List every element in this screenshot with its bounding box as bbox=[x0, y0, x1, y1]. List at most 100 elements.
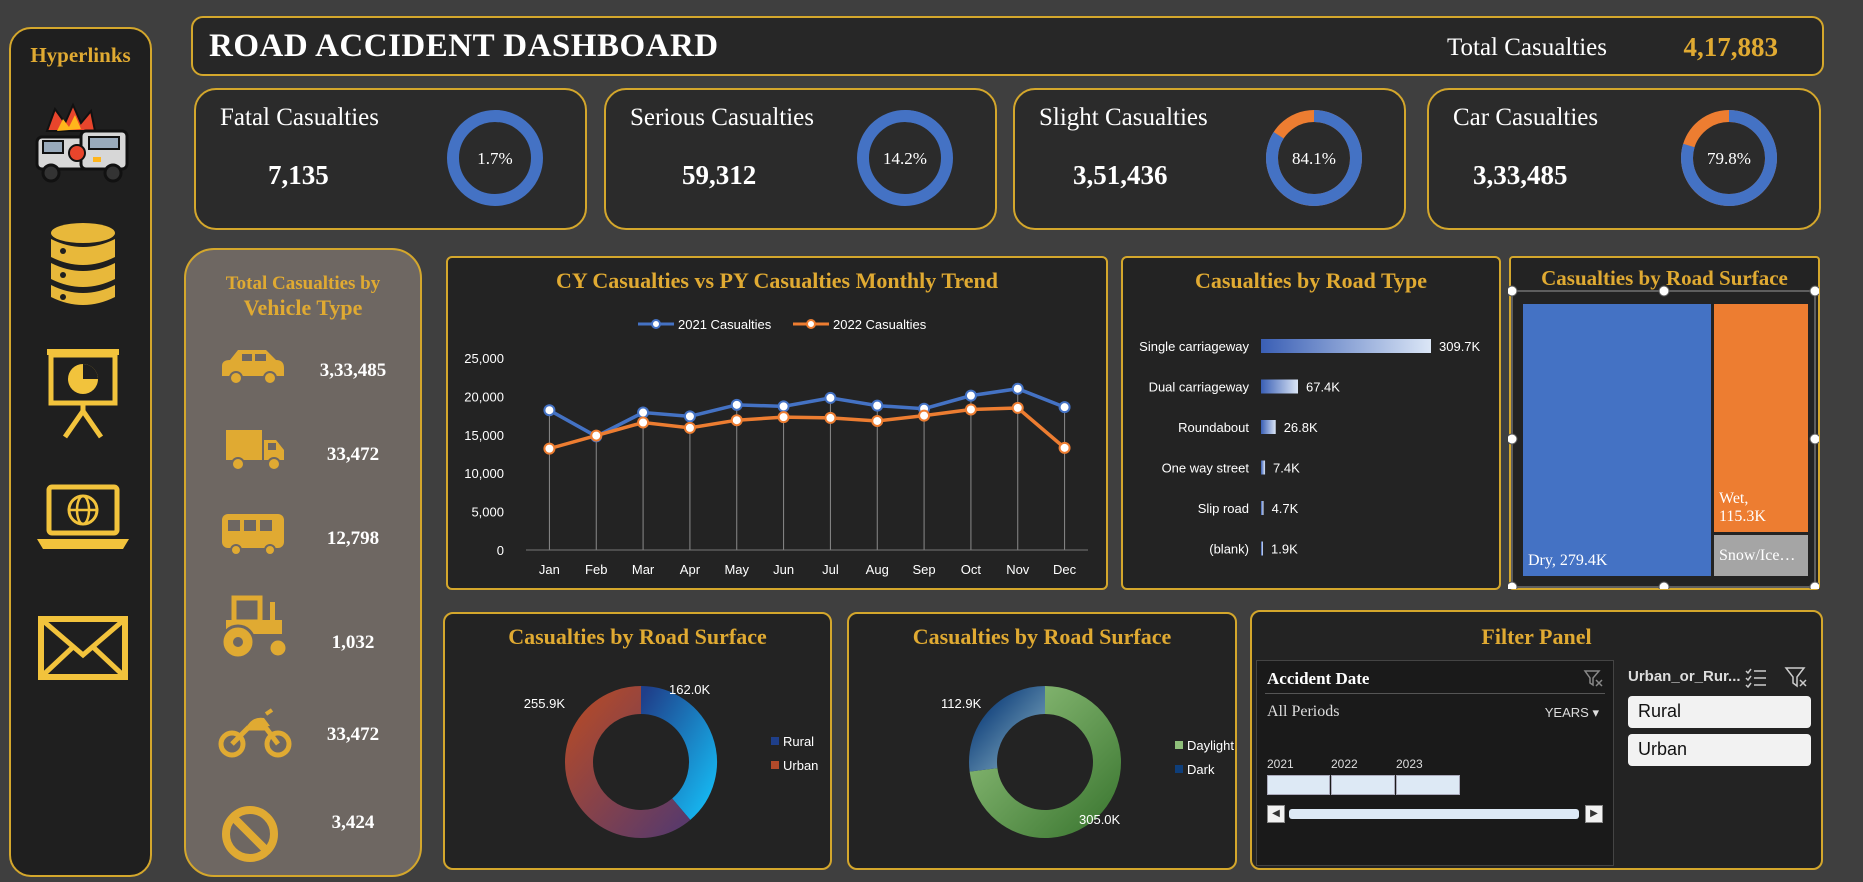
clear-filter-icon[interactable] bbox=[1784, 666, 1808, 688]
scroll-right-button[interactable]: ▶ bbox=[1585, 805, 1603, 823]
kpi-label: Slight Casualties bbox=[1039, 104, 1208, 131]
page-title: ROAD ACCIDENT DASHBOARD bbox=[209, 28, 719, 64]
slicer-title: Urban_or_Rur... bbox=[1628, 668, 1741, 685]
granularity-dropdown[interactable]: YEARS ▾ bbox=[1545, 705, 1599, 721]
car-crash-icon[interactable] bbox=[33, 101, 133, 201]
donut-slice bbox=[969, 686, 1046, 772]
timeline-year-2021[interactable] bbox=[1267, 775, 1330, 795]
bar-value-label: 309.7K bbox=[1439, 339, 1481, 354]
donut-slice bbox=[640, 686, 717, 820]
bar-category-label: Slip road bbox=[1198, 501, 1249, 516]
bar bbox=[1261, 501, 1264, 515]
kpi-label: Car Casualties bbox=[1453, 104, 1599, 131]
year-label-2023: 2023 bbox=[1396, 757, 1423, 771]
legend-label: 2022 Casualties bbox=[833, 317, 927, 332]
vehicle-value-truck: 33,472 bbox=[326, 444, 380, 465]
data-point bbox=[543, 442, 556, 455]
slicer-option-rural[interactable]: Rural bbox=[1628, 696, 1811, 728]
x-tick-label: Apr bbox=[680, 562, 701, 577]
donut-percent-label: 84.1% bbox=[1292, 149, 1336, 168]
treemap-label: Snow/Ice… bbox=[1719, 547, 1796, 564]
legend-label: Daylight bbox=[1187, 738, 1234, 753]
data-point bbox=[964, 389, 977, 402]
data-point bbox=[1058, 441, 1071, 454]
timeline-year-2022[interactable] bbox=[1331, 775, 1395, 795]
data-point bbox=[637, 416, 650, 429]
treemap-tile-wet[interactable]: Wet, 115.3K bbox=[1714, 304, 1808, 532]
multi-select-icon[interactable] bbox=[1744, 666, 1768, 688]
slice-value-label: 305.0K bbox=[1079, 812, 1121, 827]
slicer-option-urban[interactable]: Urban bbox=[1628, 734, 1811, 766]
slice-value-label: 162.0K bbox=[669, 682, 711, 697]
period-label: All Periods bbox=[1267, 703, 1340, 720]
total-casualties-label: Total Casualties bbox=[1446, 34, 1607, 61]
bar-category-label: (blank) bbox=[1209, 542, 1249, 557]
filter-panel: Filter Panel Accident Date All Periods Y… bbox=[1250, 610, 1823, 870]
donut-percent-label: 14.2% bbox=[883, 149, 927, 168]
legend-label: Rural bbox=[783, 734, 814, 749]
y-tick-label: 25,000 bbox=[464, 351, 504, 366]
road-surface-donut-area: Casualties by Road Surface 162.0K Rural 25… bbox=[443, 612, 832, 870]
road-type-chart: Casualties by Road Type Single carriagew… bbox=[1121, 256, 1501, 590]
urban-rural-slicer[interactable]: Urban_or_Rur... Rural Urban bbox=[1626, 662, 1820, 862]
y-tick-label: 15,000 bbox=[464, 428, 504, 443]
x-tick-label: Oct bbox=[961, 562, 982, 577]
kpi-donut: 1.7% bbox=[447, 110, 543, 206]
road-surface-treemap[interactable]: Casualties by Road Surface Dry, 279.4K W… bbox=[1508, 256, 1820, 590]
kpi-value: 59,312 bbox=[682, 160, 757, 190]
hyperlinks-sidebar: Hyperlinks bbox=[9, 27, 152, 877]
donut-chart-svg: 305.0K Daylight 112.9K Dark bbox=[941, 686, 1234, 838]
truck-icon bbox=[226, 430, 284, 471]
bar-category-label: Roundabout bbox=[1178, 420, 1249, 435]
vehicle-value-bus: 12,798 bbox=[326, 528, 380, 549]
donut-value-arc bbox=[904, 110, 943, 136]
legend-swatch bbox=[771, 737, 779, 745]
divider bbox=[1265, 693, 1605, 694]
treemap-tile-dry[interactable]: Dry, 279.4K bbox=[1523, 304, 1711, 576]
y-tick-label: 5,000 bbox=[471, 505, 504, 520]
treemap-label-line2: 115.3K bbox=[1719, 508, 1766, 525]
filter-panel-title: Filter Panel bbox=[1481, 624, 1592, 649]
data-point bbox=[1011, 401, 1024, 414]
data-point bbox=[730, 398, 743, 411]
legend-swatch bbox=[1175, 765, 1183, 773]
data-point bbox=[964, 403, 977, 416]
road-surface-donut-light: Casualties by Road Surface 305.0K Dayligh… bbox=[847, 612, 1237, 870]
kpi-card-car: Car Casualties 3,33,485 79.8% bbox=[1427, 88, 1821, 230]
kpi-card-fatal: Fatal Casualties 7,135 1.7% bbox=[194, 88, 587, 230]
kpi-label: Fatal Casualties bbox=[220, 104, 379, 131]
y-tick-label: 20,000 bbox=[464, 389, 504, 404]
kpi-card-serious: Serious Casualties 59,312 14.2% bbox=[604, 88, 997, 230]
tractor-icon bbox=[220, 595, 289, 660]
series-line bbox=[548, 406, 1066, 451]
bar bbox=[1261, 339, 1431, 353]
envelope-icon[interactable] bbox=[33, 599, 133, 699]
timeline-year-2023[interactable] bbox=[1396, 775, 1460, 795]
donut-percent-label: 79.8% bbox=[1707, 149, 1751, 168]
data-point bbox=[1011, 382, 1024, 395]
sidebar-title: Hyperlinks bbox=[30, 43, 131, 67]
database-icon[interactable] bbox=[33, 215, 133, 315]
x-tick-label: Jan bbox=[539, 562, 560, 577]
treemap-tile-snow-ice[interactable]: Snow/Ice… bbox=[1714, 535, 1808, 576]
clear-filter-icon[interactable] bbox=[1583, 669, 1603, 687]
x-tick-label: Feb bbox=[585, 562, 607, 577]
chevron-down-icon: ▾ bbox=[1592, 705, 1599, 720]
laptop-globe-icon[interactable] bbox=[33, 469, 133, 569]
bar bbox=[1261, 460, 1266, 475]
legend-marker bbox=[806, 319, 816, 329]
timeline-scrollbar[interactable] bbox=[1289, 809, 1579, 819]
x-tick-label: Jul bbox=[822, 562, 839, 577]
bar-value-label: 7.4K bbox=[1273, 461, 1300, 476]
x-tick-label: Nov bbox=[1006, 562, 1030, 577]
kpi-label: Serious Casualties bbox=[630, 104, 815, 131]
kpi-value: 3,51,436 bbox=[1073, 160, 1168, 190]
x-tick-label: Aug bbox=[866, 562, 889, 577]
granularity-value: YEARS bbox=[1544, 705, 1589, 720]
kpi-donut: 79.8% bbox=[1681, 110, 1777, 206]
donut-percent-label: 1.7% bbox=[477, 149, 512, 168]
data-point bbox=[871, 399, 884, 412]
scroll-left-button[interactable]: ◀ bbox=[1267, 805, 1285, 823]
presentation-icon[interactable] bbox=[33, 341, 133, 441]
accident-date-slicer[interactable]: Accident Date All Periods YEARS ▾ 2021 2… bbox=[1256, 660, 1614, 866]
